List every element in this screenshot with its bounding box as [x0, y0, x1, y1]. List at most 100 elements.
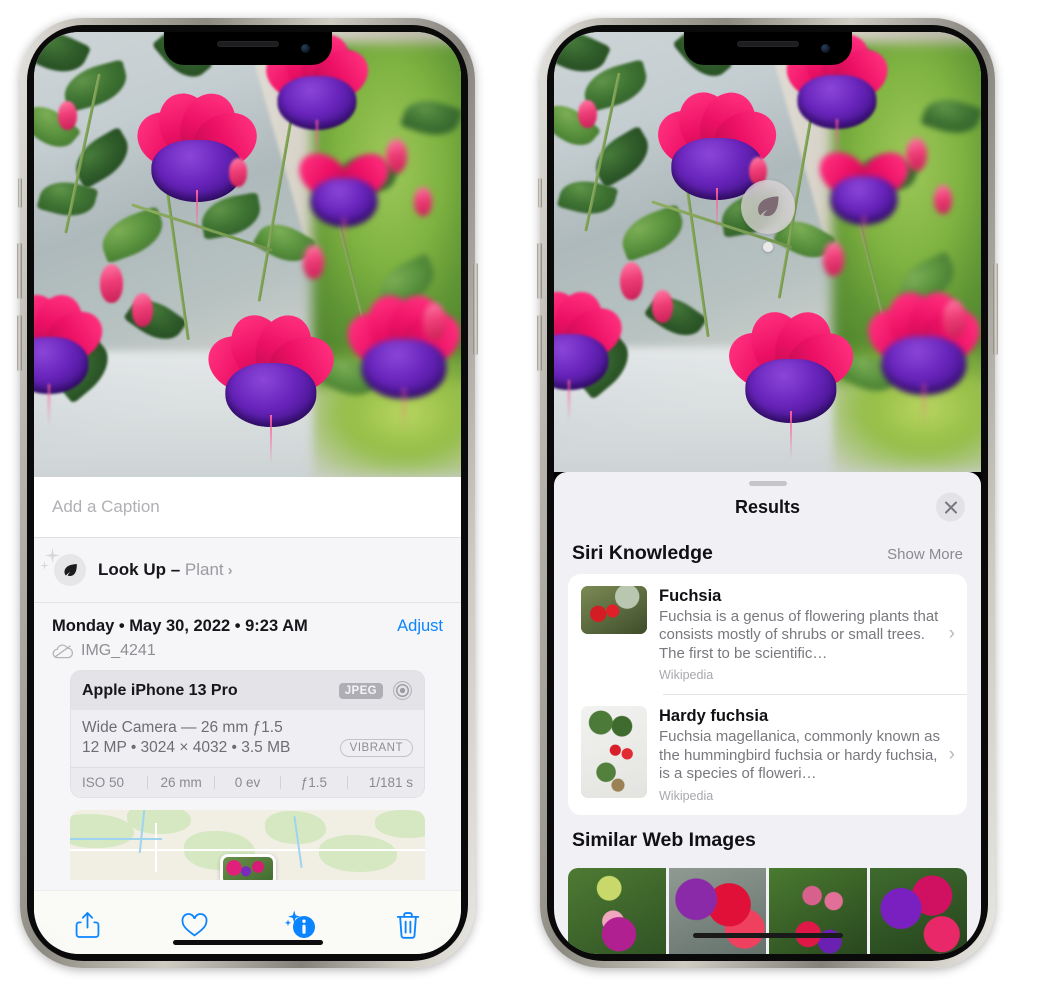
front-camera-icon: [820, 44, 830, 53]
exif-stat-ev: 0 ev: [234, 775, 261, 790]
results-sheet: Results Siri Knowledge Show More Fuchsia…: [554, 472, 981, 954]
card-thumbnail: [581, 706, 647, 799]
icloud-slash-icon: [52, 643, 73, 658]
map-photo-pin[interactable]: [219, 854, 276, 880]
leaf-icon: [740, 180, 795, 234]
results-header: Results: [554, 486, 981, 528]
similar-web-images-title: Similar Web Images: [572, 828, 756, 851]
iphone-right: Results Siri Knowledge Show More Fuchsia…: [537, 18, 998, 968]
badge-anchor-dot: [762, 242, 773, 252]
card-body: Fuchsia Fuchsia is a genus of flowering …: [659, 586, 957, 682]
exif-lens: Wide Camera — 26 mm ƒ1.5: [82, 719, 283, 736]
date-row: Monday • May 30, 2022 • 9:23 AM Adjust: [52, 607, 443, 636]
notch-left: [163, 32, 332, 65]
card-body: Hardy fuchsia Fuchsia magellanica, commo…: [659, 706, 957, 802]
style-badge: VIBRANT: [339, 739, 413, 757]
iphone-left: Add a Caption Look Up – Plant › Monday •…: [17, 18, 478, 968]
look-up-icon-wrap: [40, 548, 86, 588]
card-title: Fuchsia: [659, 587, 722, 605]
power-button-left[interactable]: [473, 263, 478, 355]
mute-switch-left[interactable]: [18, 178, 22, 208]
volume-up-button-right[interactable]: [537, 243, 542, 299]
home-indicator[interactable]: [172, 940, 323, 945]
volume-up-button-left[interactable]: [17, 243, 22, 299]
caption-input[interactable]: Add a Caption: [34, 477, 461, 538]
card-source: Wikipedia: [659, 788, 714, 803]
knowledge-card[interactable]: Fuchsia Fuchsia is a genus of flowering …: [568, 574, 967, 694]
siri-knowledge-title: Siri Knowledge: [572, 542, 713, 564]
look-up-row[interactable]: Look Up – Plant ›: [34, 538, 461, 602]
exif-stat-aperture: ƒ1.5: [300, 775, 328, 790]
earpiece-speaker: [216, 41, 279, 47]
exif-card[interactable]: Apple iPhone 13 Pro JPEG Wide Camera — 2…: [70, 670, 425, 798]
sparkle-small-icon: [40, 561, 49, 570]
favorite-button[interactable]: [172, 905, 216, 945]
look-up-subject: Plant: [184, 560, 224, 579]
screen-right: Results Siri Knowledge Show More Fuchsia…: [554, 32, 981, 954]
web-image-thumbnail[interactable]: [668, 867, 766, 954]
photo-viewer[interactable]: [34, 32, 461, 477]
info-button[interactable]: [279, 905, 323, 945]
exif-header: Apple iPhone 13 Pro JPEG: [71, 671, 424, 710]
aperture-icon: [393, 681, 412, 700]
power-button-right[interactable]: [993, 263, 998, 355]
exif-size: 12 MP • 3024 × 4032 • 3.5 MB: [82, 739, 291, 756]
screen-left: Add a Caption Look Up – Plant › Monday •…: [34, 32, 461, 954]
photo-filename: IMG_4241: [81, 642, 156, 659]
filename-row: IMG_4241: [52, 636, 443, 660]
earpiece-speaker: [736, 41, 799, 47]
card-source: Wikipedia: [659, 668, 714, 683]
photo-date: Monday • May 30, 2022 • 9:23 AM: [52, 617, 308, 635]
exif-stat-shutter: 1/181 s: [368, 775, 414, 790]
heart-icon: [181, 912, 208, 936]
card-thumbnail: [581, 586, 647, 634]
look-up-label: Look Up – Plant ›: [98, 560, 233, 580]
mute-switch-right[interactable]: [538, 178, 542, 208]
exif-size-row: 12 MP • 3024 × 4032 • 3.5 MB VIBRANT: [82, 738, 413, 758]
similar-web-images-header: Similar Web Images: [554, 815, 981, 858]
knowledge-card[interactable]: Hardy fuchsia Fuchsia magellanica, commo…: [568, 694, 967, 814]
card-description: Fuchsia is a genus of flowering plants t…: [659, 607, 939, 662]
exif-stat-iso: ISO 50: [82, 775, 125, 790]
exif-device-name: Apple iPhone 13 Pro: [82, 681, 238, 699]
home-indicator[interactable]: [692, 933, 843, 938]
leaf-icon: [54, 554, 86, 586]
web-image-thumbnail[interactable]: [869, 867, 967, 954]
photo-info-sheet: Add a Caption Look Up – Plant › Monday •…: [34, 477, 461, 954]
volume-down-button-right[interactable]: [537, 315, 542, 371]
look-up-prefix: Look Up –: [98, 560, 185, 579]
show-more-button[interactable]: Show More: [887, 546, 963, 563]
delete-button[interactable]: [386, 905, 430, 945]
info-sparkle-icon: [284, 910, 315, 938]
web-image-thumbnail[interactable]: [568, 867, 666, 954]
results-title: Results: [734, 496, 801, 517]
chevron-right-icon: ›: [948, 743, 955, 765]
visual-lookup-badge[interactable]: [740, 180, 795, 252]
close-icon: [944, 501, 957, 513]
share-icon: [75, 912, 100, 938]
exif-body: Wide Camera — 26 mm ƒ1.5 12 MP • 3024 × …: [71, 710, 424, 767]
notch-right: [683, 32, 852, 65]
card-description: Fuchsia magellanica, commonly known as t…: [659, 728, 940, 783]
siri-knowledge-header: Siri Knowledge Show More: [554, 528, 981, 574]
adjust-button[interactable]: Adjust: [397, 617, 443, 636]
metadata-block: Monday • May 30, 2022 • 9:23 AM Adjust I…: [34, 602, 461, 890]
siri-knowledge-cards: Fuchsia Fuchsia is a genus of flowering …: [568, 574, 967, 815]
close-button[interactable]: [936, 492, 965, 522]
location-map[interactable]: [70, 810, 425, 880]
map-pin-thumbnail: [222, 857, 273, 880]
front-camera-icon: [300, 44, 310, 53]
chevron-right-icon: ›: [227, 562, 233, 579]
chevron-right-icon: ›: [948, 623, 955, 645]
trash-icon: [396, 911, 419, 939]
photo-viewer-right[interactable]: [554, 32, 981, 472]
share-button[interactable]: [65, 905, 109, 945]
format-badge: JPEG: [338, 682, 383, 699]
exif-stats: ISO 50 26 mm 0 ev ƒ1.5 1/181 s: [71, 767, 424, 797]
web-image-thumbnail[interactable]: [769, 867, 867, 954]
screenshot-stage: Add a Caption Look Up – Plant › Monday •…: [0, 0, 1055, 985]
exif-badges: JPEG: [338, 680, 413, 701]
card-title: Hardy fuchsia: [659, 707, 769, 726]
volume-down-button-left[interactable]: [17, 315, 22, 371]
similar-web-images-grid: [568, 867, 967, 954]
